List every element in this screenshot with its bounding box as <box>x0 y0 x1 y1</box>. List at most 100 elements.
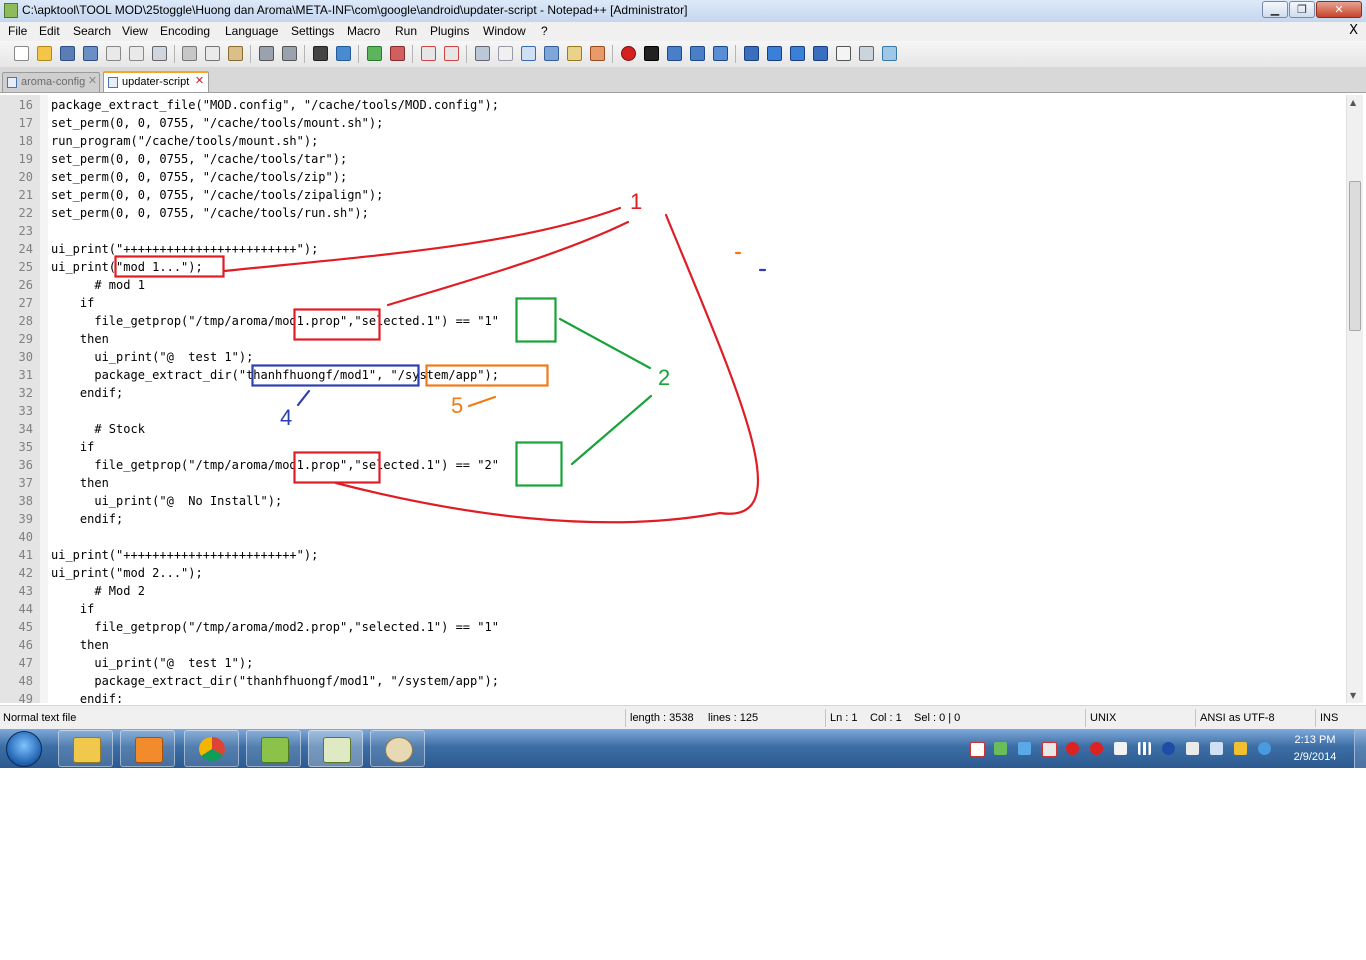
annotation-line-2b <box>570 394 653 466</box>
doc-map-icon[interactable] <box>567 46 582 61</box>
menu-macro[interactable]: Macro <box>347 24 380 38</box>
save-icon[interactable] <box>60 46 75 61</box>
notepadpp-icon <box>323 737 351 763</box>
tab-updater-script[interactable]: updater-script ✕ <box>103 71 209 92</box>
media-player-icon <box>135 737 163 763</box>
collapse-icon[interactable] <box>744 46 759 61</box>
annotation-line-1a <box>222 206 622 273</box>
sync-tray-icon[interactable] <box>1018 742 1031 755</box>
flag-tray-icon[interactable] <box>1042 742 1057 757</box>
file-icon <box>108 77 118 88</box>
replace-icon[interactable] <box>336 46 351 61</box>
volume-tray-icon[interactable] <box>1186 742 1199 755</box>
spellcheck-icon[interactable] <box>836 46 851 61</box>
menu-settings[interactable]: Settings <box>291 24 334 38</box>
explorer-icon <box>73 737 101 763</box>
close-icon[interactable] <box>106 46 121 61</box>
menu-search[interactable]: Search <box>73 24 111 38</box>
menu-file[interactable]: File <box>8 24 27 38</box>
new-file-icon[interactable] <box>14 46 29 61</box>
save-all-icon[interactable] <box>83 46 98 61</box>
close-window-button[interactable]: ✕ <box>1316 1 1362 18</box>
maximize-button[interactable]: ❐ <box>1289 1 1315 18</box>
paste-icon[interactable] <box>228 46 243 61</box>
taskbar-explorer[interactable] <box>58 730 113 767</box>
scrollbar-thumb[interactable] <box>1349 181 1361 331</box>
menu-language[interactable]: Language <box>225 24 278 38</box>
menu-view[interactable]: View <box>122 24 148 38</box>
stop-record-icon[interactable] <box>644 46 659 61</box>
cut-icon[interactable] <box>182 46 197 61</box>
taskbar-paint[interactable] <box>370 730 425 767</box>
start-button[interactable] <box>6 731 42 767</box>
word-wrap-icon[interactable] <box>475 46 490 61</box>
tab-bar: aroma-config ✕ updater-script ✕ <box>0 67 1366 93</box>
play-macro-icon[interactable] <box>667 46 682 61</box>
print-icon[interactable] <box>152 46 167 61</box>
close-document-button[interactable]: X <box>1349 23 1358 38</box>
scroll-down-arrow-icon[interactable]: ▼ <box>1350 691 1356 700</box>
menu-window[interactable]: Window <box>483 24 526 38</box>
function-list-icon[interactable] <box>590 46 605 61</box>
vertical-scrollbar[interactable]: ▲ ▼ <box>1346 95 1363 703</box>
spellcheck-settings-icon[interactable] <box>859 46 874 61</box>
zoom-in-icon[interactable] <box>367 46 382 61</box>
find-icon[interactable] <box>313 46 328 61</box>
annotation-label-2: 2 <box>658 365 670 390</box>
menu-plugins[interactable]: Plugins <box>430 24 469 38</box>
scroll-up-arrow-icon[interactable]: ▲ <box>1350 98 1356 107</box>
vivaldi-tray-icon[interactable] <box>970 742 985 757</box>
tab-aroma-config[interactable]: aroma-config ✕ <box>2 72 100 92</box>
spellcheck-options-icon[interactable] <box>882 46 897 61</box>
save-macro-icon[interactable] <box>713 46 728 61</box>
taskbar-chrome[interactable] <box>184 730 239 767</box>
status-encoding: ANSI as UTF-8 <box>1200 712 1275 724</box>
taskbar-notepadpp[interactable] <box>308 730 363 767</box>
show-all-chars-icon[interactable] <box>498 46 513 61</box>
open-file-icon[interactable] <box>37 46 52 61</box>
record-macro-icon[interactable] <box>621 46 636 61</box>
taskbar-android-tool[interactable] <box>246 730 301 767</box>
user-language-icon[interactable] <box>544 46 559 61</box>
usb-tray-icon[interactable] <box>1114 742 1127 755</box>
clock-time[interactable]: 2:13 PM <box>1287 734 1343 746</box>
bluetooth-tray-icon[interactable] <box>1162 742 1175 755</box>
clock-date[interactable]: 2/9/2014 <box>1287 751 1343 763</box>
minimize-button[interactable]: ▁ <box>1262 1 1288 18</box>
close-icon[interactable]: ✕ <box>87 75 98 86</box>
status-insert-mode: INS <box>1320 712 1339 724</box>
close-icon[interactable]: ✕ <box>194 75 205 86</box>
run-macro-multiple-icon[interactable] <box>690 46 705 61</box>
tab-label: updater-script <box>122 76 190 88</box>
menu-run[interactable]: Run <box>395 24 417 38</box>
code-editor[interactable]: 16 package_extract_file("MOD.config", "/c… <box>0 95 1366 703</box>
move-up-icon[interactable] <box>767 46 782 61</box>
annotation-label-5: 5 <box>451 393 463 418</box>
undo-icon[interactable] <box>259 46 274 61</box>
status-column: Col : 1 <box>870 712 902 724</box>
taskbar-media-player[interactable] <box>120 730 175 767</box>
redo-icon[interactable] <box>282 46 297 61</box>
wand-tray-icon[interactable] <box>1234 742 1247 755</box>
network-tray-icon[interactable] <box>994 742 1007 755</box>
show-desktop-button[interactable] <box>1354 729 1366 768</box>
zoom-out-icon[interactable] <box>390 46 405 61</box>
menu-edit[interactable]: Edit <box>39 24 60 38</box>
bug2-tray-icon[interactable] <box>1090 742 1103 755</box>
annotation-label-1: 1 <box>630 189 642 214</box>
move-down-icon[interactable] <box>790 46 805 61</box>
sync-horizontal-icon[interactable] <box>444 46 459 61</box>
copy-icon[interactable] <box>205 46 220 61</box>
signal-tray-icon[interactable] <box>1138 742 1151 755</box>
menu-encoding[interactable]: Encoding <box>160 24 210 38</box>
expand-icon[interactable] <box>813 46 828 61</box>
monitor-tray-icon[interactable] <box>1210 742 1223 755</box>
sync-vertical-icon[interactable] <box>421 46 436 61</box>
indent-guide-icon[interactable] <box>521 46 536 61</box>
update-tray-icon[interactable] <box>1258 742 1271 755</box>
close-all-icon[interactable] <box>129 46 144 61</box>
menu-help[interactable]: ? <box>541 24 548 38</box>
toolbar <box>0 41 1366 67</box>
annotation-box-value-2 <box>515 441 563 487</box>
bug-tray-icon[interactable] <box>1066 742 1079 755</box>
